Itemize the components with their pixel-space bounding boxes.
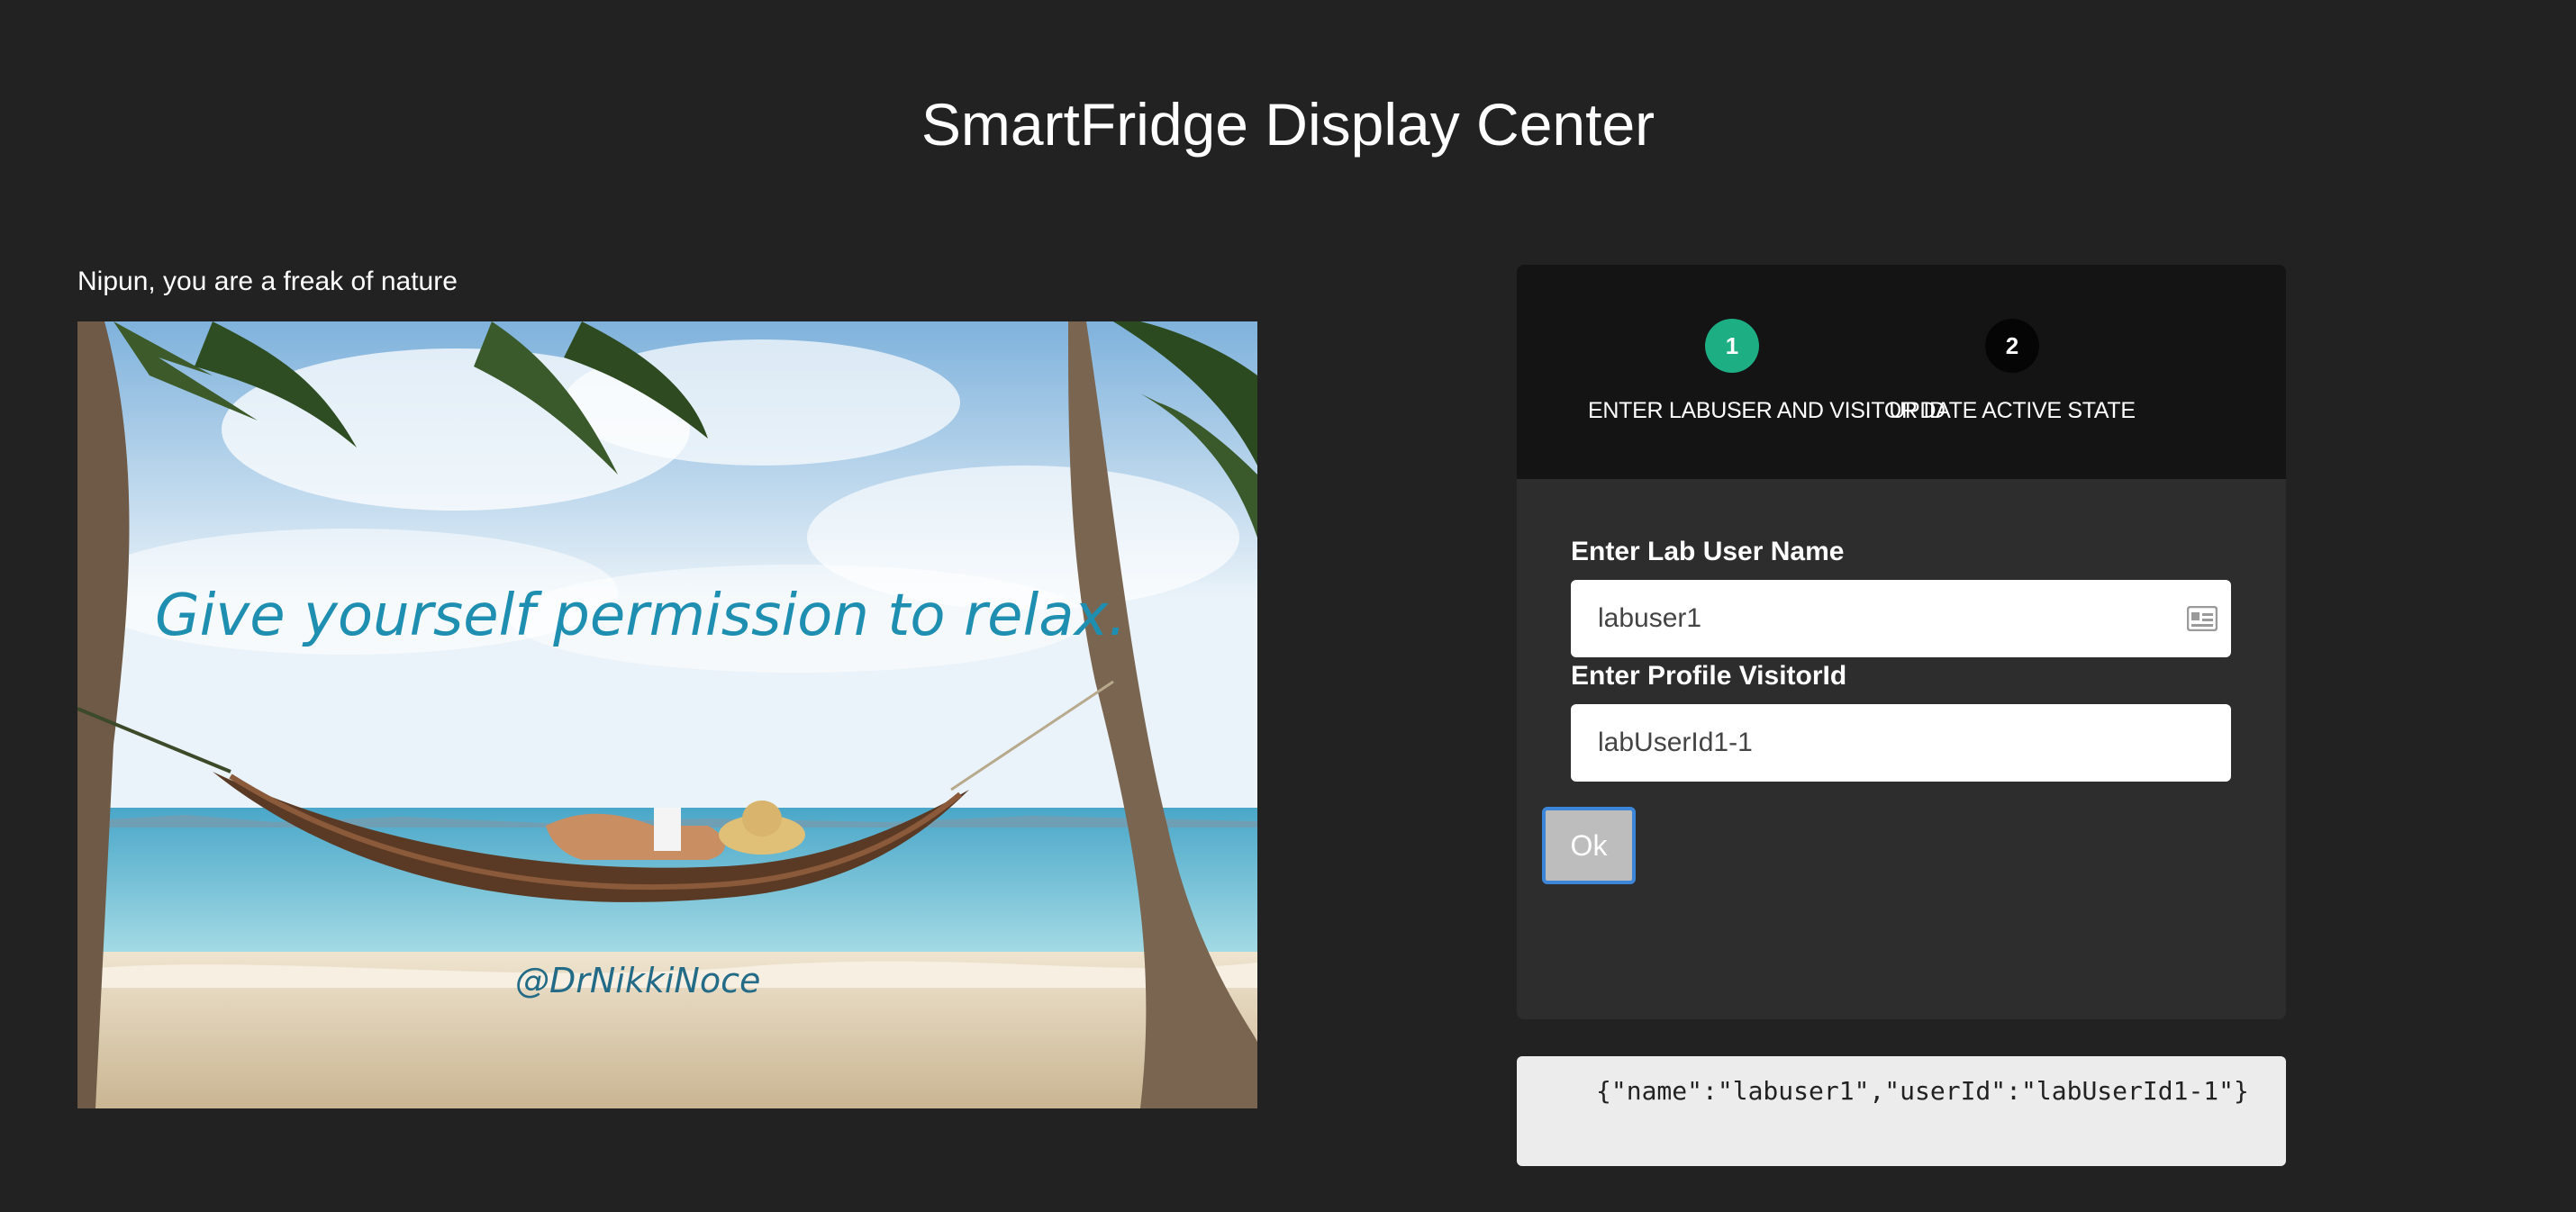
page: SmartFridge Display Center Nipun, you ar… [0, 0, 2576, 1212]
visitor-id-label: Enter Profile VisitorId [1571, 661, 1847, 691]
json-output: {"name":"labuser1","userId":"labUserId1-… [1517, 1056, 2286, 1166]
ok-button[interactable]: Ok [1542, 807, 1636, 884]
wizard-steps: 1 ENTER LABUSER AND VISITOR ID 2 UPDATE … [1517, 265, 2286, 479]
step-2-number: 2 [1985, 319, 2039, 373]
step-2-label: UPDATE ACTIVE STATE [1889, 398, 2136, 423]
page-title: SmartFridge Display Center [921, 91, 1655, 158]
greeting-text: Nipun, you are a freak of nature [77, 267, 458, 296]
step-enter-ids[interactable]: 1 ENTER LABUSER AND VISITOR ID [1588, 319, 1946, 424]
photo-credit: @DrNikkiNoce [515, 961, 760, 1000]
step-update-state[interactable]: 2 UPDATE ACTIVE STATE [1882, 319, 2143, 424]
id-card-icon [2187, 606, 2218, 631]
relax-photo: Give yourself permission to relax. @DrNi… [77, 321, 1257, 1108]
step-1-number: 1 [1705, 319, 1759, 373]
lab-user-name-label: Enter Lab User Name [1571, 537, 1845, 566]
setup-wizard: 1 ENTER LABUSER AND VISITOR ID 2 UPDATE … [1517, 265, 2286, 1019]
visitor-id-input[interactable] [1571, 704, 2231, 782]
lab-user-name-input[interactable] [1571, 580, 2231, 657]
step-1-label: ENTER LABUSER AND VISITOR ID [1588, 398, 1946, 423]
photo-caption: Give yourself permission to relax. [155, 583, 1127, 649]
